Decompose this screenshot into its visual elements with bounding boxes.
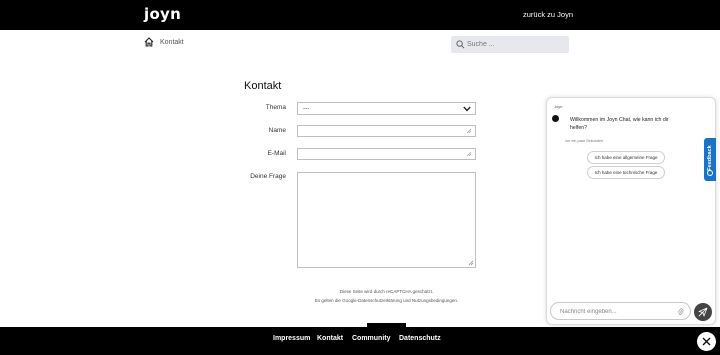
page-title: Kontakt (244, 80, 282, 92)
chat-message-input[interactable] (560, 308, 670, 316)
send-button[interactable] (694, 303, 712, 321)
back-to-joyn-link[interactable]: zurück zu Joyn (523, 10, 573, 19)
recaptcha-notice: Diese Seite wird durch reCAPTCHA geschüt… (339, 289, 434, 294)
chat-option-general[interactable]: Ich habe eine allgemeine Frage (587, 151, 665, 164)
close-icon (702, 337, 711, 346)
thema-select-value: --- (303, 105, 310, 112)
question-label: Deine Frage (250, 173, 286, 180)
search-icon (456, 40, 465, 49)
footer: Impressum Kontakt Community Datenschutz (0, 327, 720, 355)
recaptcha-terms: Es gelten die Google-Datenschutzerklärun… (314, 298, 459, 303)
feedback-tab[interactable]: Feedback (704, 138, 716, 181)
chat-timestamp: vor ein paar Sekunden (565, 139, 604, 143)
footer-link-kontakt[interactable]: Kontakt (317, 335, 343, 342)
chat-input-box[interactable] (550, 302, 691, 320)
name-field[interactable] (297, 125, 476, 137)
email-field[interactable] (297, 148, 476, 160)
footer-link-community[interactable]: Community (352, 335, 391, 342)
home-icon[interactable] (144, 37, 154, 47)
question-textarea[interactable] (297, 172, 476, 268)
thema-label: Thema (265, 104, 286, 111)
search-bar[interactable] (451, 36, 569, 53)
chat-avatar (552, 115, 559, 122)
name-label: Name (268, 127, 286, 134)
send-icon (698, 307, 708, 317)
breadcrumb-current: Kontakt (160, 39, 184, 46)
email-label: E-Mail (267, 150, 286, 157)
chat-sender-name: Joyn (554, 104, 563, 109)
autofill-icon (466, 151, 472, 157)
chat-option-technical[interactable]: Ich habe eine technische Frage (587, 166, 665, 179)
thema-select[interactable]: --- (297, 102, 476, 115)
chevron-down-icon (463, 106, 471, 112)
footer-link-impressum[interactable]: Impressum (273, 335, 310, 342)
search-input[interactable] (467, 36, 565, 53)
resize-grip-icon[interactable] (468, 260, 474, 266)
feedback-icon (707, 170, 713, 176)
footer-link-datenschutz[interactable]: Datenschutz (399, 335, 441, 342)
autofill-icon (466, 128, 472, 134)
chat-widget: Joyn Willkommen im Joyn Chat, wie kann i… (546, 97, 716, 325)
top-navigation-bar: joyn zurück zu Joyn (0, 0, 720, 30)
close-chat-button[interactable] (697, 332, 716, 351)
paperclip-icon[interactable] (677, 308, 684, 316)
joyn-logo[interactable]: joyn (144, 5, 181, 23)
chat-welcome-message: Willkommen im Joyn Chat, wie kann ich di… (570, 117, 669, 131)
